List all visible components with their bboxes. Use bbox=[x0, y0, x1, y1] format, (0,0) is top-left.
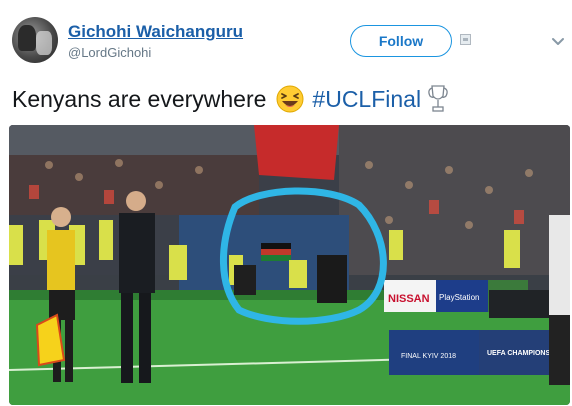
avatar[interactable] bbox=[12, 17, 58, 63]
tweet-text: Kenyans are everywhere #UCLFinal bbox=[12, 84, 449, 114]
follow-button[interactable]: Follow bbox=[350, 25, 452, 57]
ad-board-final-kyiv: FINAL KYIV 2018 bbox=[401, 353, 456, 360]
chevron-down-icon[interactable] bbox=[551, 36, 565, 48]
tweet-body: Kenyans are everywhere bbox=[12, 85, 267, 112]
hashtag-link[interactable]: #UCLFinal bbox=[312, 86, 421, 113]
ad-board-nissan: NISSAN bbox=[388, 293, 430, 305]
ad-board-playstation: PlayStation bbox=[439, 293, 479, 302]
ad-board-uefa: UEFA CHAMPIONS bbox=[487, 350, 550, 357]
stadium-photo: NISSAN PlayStation FINAL KYIV 2018 UEFA … bbox=[9, 125, 570, 405]
author-handle[interactable]: @LordGichohi bbox=[68, 45, 151, 60]
author-name[interactable]: Gichohi Waichanguru bbox=[68, 22, 243, 42]
tweet-photo[interactable]: NISSAN PlayStation FINAL KYIV 2018 UEFA … bbox=[9, 125, 570, 405]
laughing-face-icon bbox=[276, 85, 304, 113]
broken-image-icon bbox=[460, 34, 471, 45]
champions-league-trophy-icon bbox=[428, 85, 448, 112]
